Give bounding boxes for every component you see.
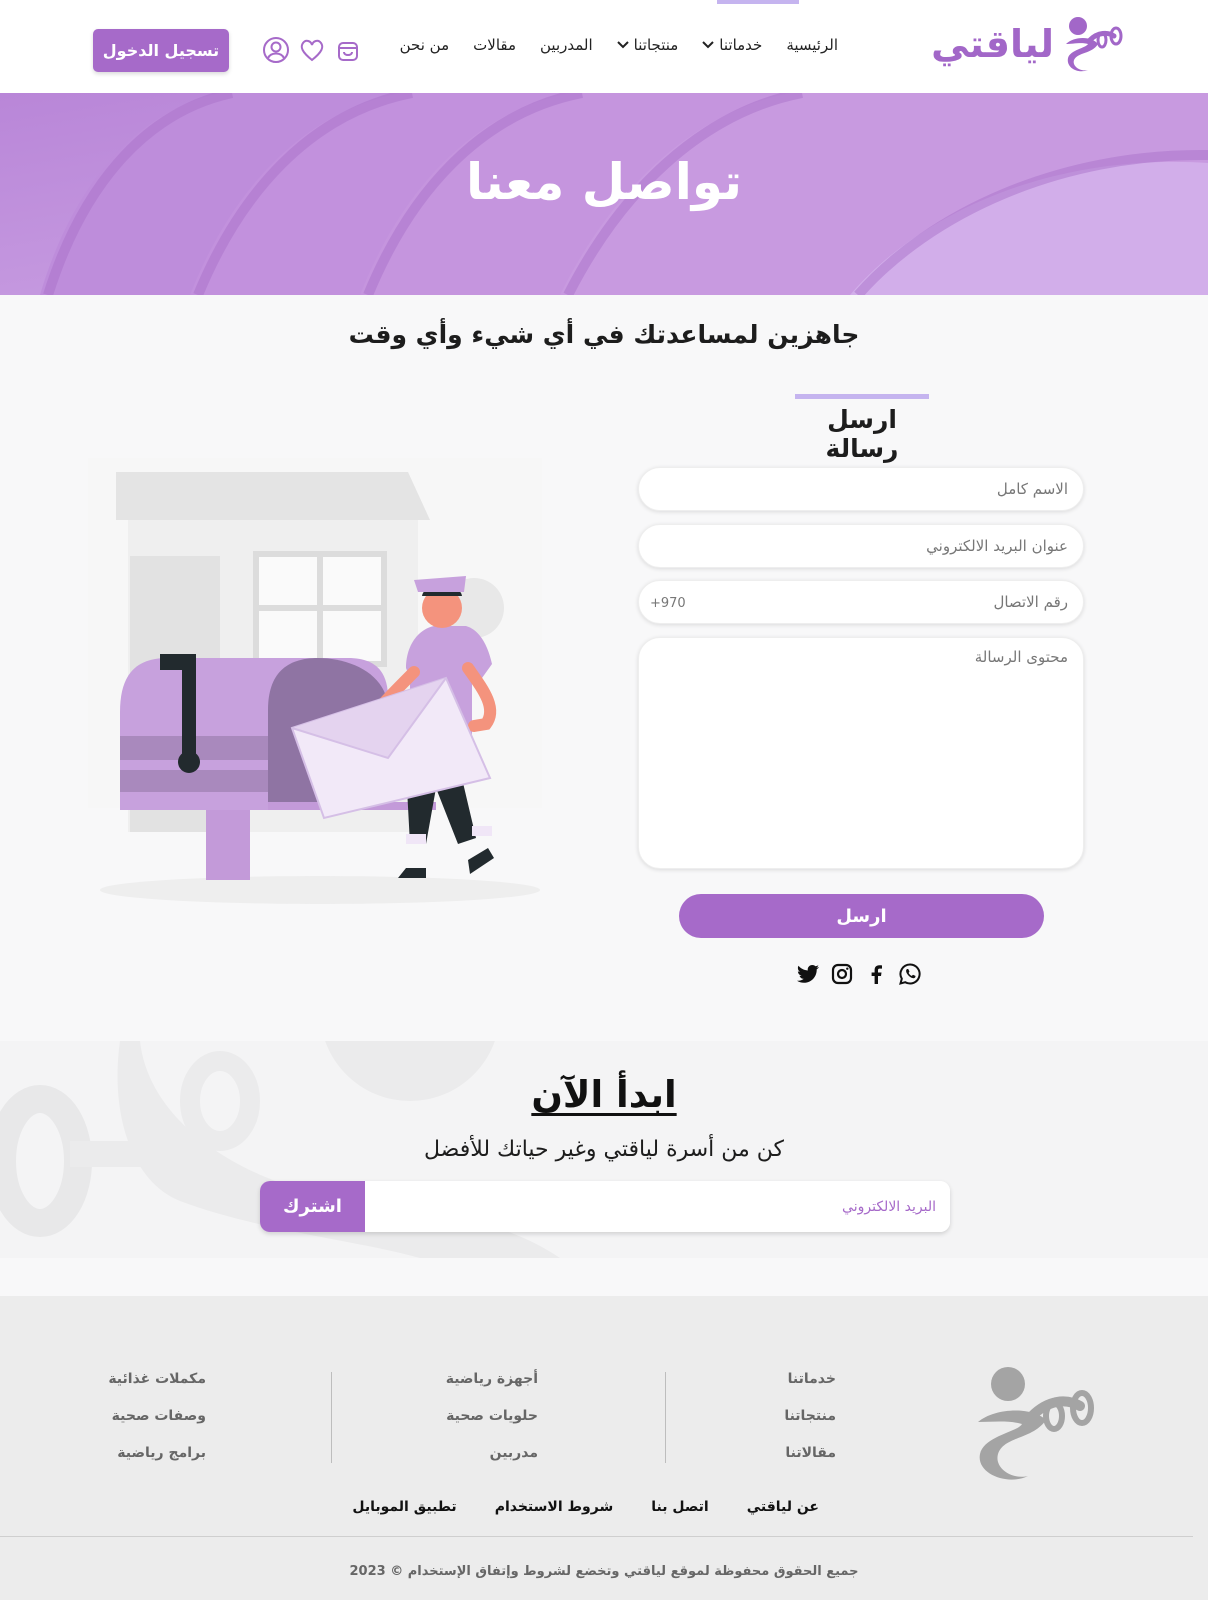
whatsapp-icon[interactable] [898,962,922,986]
footer-link-terms[interactable]: شروط الاستخدام [495,1499,614,1515]
nav-services-label: خدماتنا [719,36,763,54]
footer-divider [665,1372,666,1463]
facebook-icon[interactable] [864,962,888,986]
subscribe-form: اشترك [260,1181,950,1232]
logo-text: لياقتي [931,22,1055,66]
social-links [796,962,922,986]
subscribe-email-input[interactable] [365,1181,950,1232]
footer-link-healthy-sweets[interactable]: حلويات صحية [446,1407,538,1426]
footer-link-articles[interactable]: مقالاتنا [784,1444,836,1463]
nav-products-label: منتجاتنا [633,36,679,54]
heart-icon[interactable] [298,36,326,64]
start-subtitle: كن من أسرة لياقتي وغير حياتك للأفضل [423,1137,785,1162]
nav-about-label: من نحن [399,36,450,54]
hero-title: تواصل معنا [466,153,742,211]
message-field[interactable] [638,637,1084,869]
chevron-down-icon [702,41,715,49]
footer-link-sports-programs[interactable]: برامج رياضية [108,1444,206,1463]
footer-link-supplements[interactable]: مكملات غذائية [108,1370,206,1389]
contact-heading: جاهزين لمساعدتك في أي شيء وأي وقت [348,320,860,349]
footer-link-trainers[interactable]: مدربين [446,1444,538,1463]
footer-bottom-links: عن لياقتي اتصل بنا شروط الاستخدام تطبيق … [352,1499,819,1515]
name-field[interactable] [638,467,1084,511]
footer-link-products[interactable]: منتجاتنا [784,1407,836,1426]
cart-icon[interactable] [334,36,362,64]
twitter-icon[interactable] [796,962,820,986]
user-icon[interactable] [262,36,290,64]
site-footer: خدماتنا منتجاتنا مقالاتنا أجهزة رياضية ح… [0,1296,1208,1600]
nav-trainers-label: المدربين [540,36,593,54]
instagram-icon[interactable] [830,962,854,986]
header-icons [262,36,362,64]
start-title: ابدأ الآن [531,1073,677,1116]
form-title-underline [795,394,929,399]
nav-trainers[interactable]: المدربين [540,36,593,54]
footer-link-about[interactable]: عن لياقتي [747,1499,819,1515]
footer-logo-icon[interactable] [970,1364,1095,1486]
chevron-down-icon [616,41,629,49]
footer-link-services[interactable]: خدماتنا [784,1370,836,1389]
nav-services[interactable]: خدماتنا [702,36,762,54]
nav-articles[interactable]: مقالات [473,36,516,54]
email-field[interactable] [638,524,1084,568]
login-button[interactable]: تسجيل الدخول [93,29,229,72]
site-header: لياقتي الرئيسية خدماتنا منتجاتنا المدربي… [0,0,1208,93]
footer-link-mobile-app[interactable]: تطبيق الموبايل [352,1499,456,1515]
footer-link-contact[interactable]: اتصل بنا [651,1499,708,1515]
copyright-text: جميع الحقوق محفوظة لموقع لياقتي وتخضع لش… [349,1564,859,1579]
footer-link-healthy-recipes[interactable]: وصفات صحية [108,1407,206,1426]
phone-field[interactable] [638,580,1084,624]
nav-articles-label: مقالات [473,36,517,54]
footer-separator [0,1536,1193,1537]
send-button[interactable]: ارسل [679,894,1044,938]
page: لياقتي الرئيسية خدماتنا منتجاتنا المدربي… [0,0,1208,1600]
footer-link-sports-equipment[interactable]: أجهزة رياضية [446,1370,538,1389]
nav-about[interactable]: من نحن [400,36,450,54]
form-title: ارسل رسالة [825,405,899,463]
footer-column-2: أجهزة رياضية حلويات صحية مدربين [446,1370,538,1463]
nav-home-label: الرئيسية [786,36,838,54]
phone-prefix: +970 [650,596,686,611]
subscribe-button[interactable]: اشترك [260,1181,365,1232]
logo-mark-icon [1066,17,1123,72]
mailbox-illustration [88,458,542,904]
footer-column-3: مكملات غذائية وصفات صحية برامج رياضية [108,1370,206,1463]
nav-active-indicator [717,0,799,4]
main-nav: الرئيسية خدماتنا منتجاتنا المدربين مقالا… [400,36,838,54]
hero-banner: تواصل معنا [0,93,1208,295]
nav-products[interactable]: منتجاتنا [616,36,679,54]
footer-column-1: خدماتنا منتجاتنا مقالاتنا [784,1370,836,1463]
footer-divider [331,1372,332,1463]
site-logo[interactable]: لياقتي [931,14,1126,74]
nav-home[interactable]: الرئيسية [786,36,838,54]
